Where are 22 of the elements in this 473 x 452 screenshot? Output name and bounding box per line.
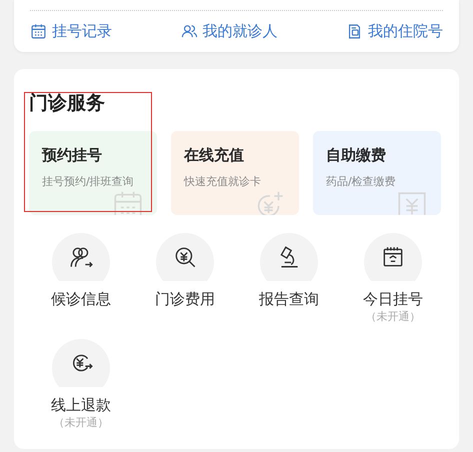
- icon-circle[interactable]: [364, 233, 422, 281]
- icon-circle[interactable]: [260, 233, 318, 281]
- service-label[interactable]: 门诊费用: [155, 289, 215, 309]
- service-label[interactable]: 报告查询: [259, 289, 319, 309]
- service-card[interactable]: 自助缴费 药品/检查缴费: [313, 131, 441, 215]
- service-label[interactable]: 候诊信息: [51, 289, 111, 309]
- calendar-icon: [30, 23, 47, 40]
- status-note: （未开通）: [366, 309, 420, 325]
- people-icon: [180, 23, 198, 40]
- shortcut-link[interactable]: 挂号记录: [30, 22, 112, 41]
- status-note: （未开通）: [54, 415, 108, 431]
- document-icon: [346, 23, 363, 40]
- service-card[interactable]: 预约挂号 挂号预约/排班查询: [29, 131, 157, 215]
- service-label[interactable]: 线上退款: [51, 395, 111, 415]
- icon-circle[interactable]: [156, 233, 214, 281]
- service-card[interactable]: 在线充值 快速充值就诊卡: [171, 131, 299, 215]
- shortcut-link[interactable]: 我的住院号: [346, 22, 443, 41]
- section-title: 门诊服务: [29, 91, 106, 115]
- service-label[interactable]: 今日挂号: [363, 289, 423, 309]
- icon-circle[interactable]: [52, 233, 110, 281]
- icon-circle[interactable]: [52, 339, 110, 387]
- shortcut-link[interactable]: 我的就诊人: [180, 22, 278, 41]
